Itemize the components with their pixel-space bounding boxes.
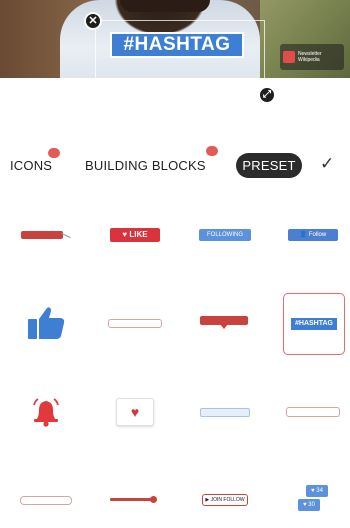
progress-line	[110, 498, 154, 501]
tab-icons-badge	[48, 148, 60, 158]
tab-icons[interactable]: ICONS	[10, 158, 52, 173]
subscribe-pointer	[220, 324, 228, 329]
count-bubble-top: ♥ 34	[306, 485, 328, 497]
preset-count-bubbles[interactable]: ♥ 34 ♥ 30	[283, 470, 343, 528]
subscribe-note-graphic	[286, 407, 340, 417]
preset-bell[interactable]	[16, 382, 76, 442]
preset-follow-button[interactable]: 👤 Follow	[283, 205, 343, 265]
progress-knob	[150, 496, 157, 503]
sticker-tabs: ICONS BUILDING BLOCKS PRESET ✓	[0, 146, 350, 182]
preset-like-button[interactable]: ♥ LIKE	[105, 205, 165, 265]
preset-subscribe-ribbon[interactable]	[16, 205, 76, 265]
preset-thumbs-up[interactable]	[16, 293, 76, 353]
preset-ribbon-outline[interactable]	[16, 470, 76, 528]
heart-icon: ♥	[116, 398, 154, 426]
subscribe-banner-graphic	[200, 316, 250, 330]
count-bubble-bottom: ♥ 30	[298, 499, 320, 511]
tab-building-blocks[interactable]: BUILDING BLOCKS	[85, 158, 206, 173]
join-follow-sticker: ▶ JOIN FOLLOW	[202, 494, 248, 506]
progress-banner-graphic	[110, 494, 160, 506]
blue-outline-graphic	[200, 407, 250, 417]
ribbon-bar	[21, 231, 63, 239]
preview-hair	[120, 0, 210, 12]
like-sticker: ♥ LIKE	[110, 228, 160, 242]
preset-hashtag-selected[interactable]: #HASHTAG	[283, 293, 345, 355]
count-bubbles-graphic: ♥ 34 ♥ 30	[298, 485, 328, 515]
preset-blue-outline-banner[interactable]	[195, 382, 255, 442]
resize-icon[interactable]: ⤢	[258, 86, 276, 104]
preset-outline-banner[interactable]	[105, 293, 165, 353]
close-icon[interactable]: ✕	[84, 12, 102, 30]
following-sticker: FOLLOWING	[199, 229, 251, 241]
sticker-editor-screen: Newsletter Wikipedia #HASHTAG ✕ ⤢ ICONS …	[0, 0, 350, 528]
preset-following-button[interactable]: FOLLOWING	[195, 205, 255, 265]
bell-icon	[33, 398, 59, 427]
preset-subscribe-note[interactable]	[283, 382, 343, 442]
outline-banner-graphic	[108, 318, 162, 328]
tab-building-badge	[206, 146, 218, 156]
preset-progress-banner[interactable]	[105, 470, 165, 528]
tab-preset[interactable]: PRESET	[236, 153, 302, 178]
badge-text: Newsletter Wikipedia	[298, 51, 322, 63]
preview-overlay-badge: Newsletter Wikipedia	[280, 44, 344, 70]
subscribe-ribbon-graphic	[21, 229, 71, 241]
hashtag-sticker[interactable]: #HASHTAG	[110, 32, 244, 58]
follow-sticker: 👤 Follow	[288, 229, 338, 241]
badge-logo-icon	[283, 51, 295, 63]
checkmark-icon[interactable]: ✓	[320, 154, 334, 174]
preset-join-follow[interactable]: ▶ JOIN FOLLOW	[195, 470, 255, 528]
preset-subscribe-banner[interactable]	[195, 293, 255, 353]
ribbon-outline-graphic	[20, 495, 72, 505]
hashtag-preset-sticker: #HASHTAG	[291, 318, 337, 330]
thumbs-up-icon	[28, 307, 65, 339]
preset-heart-box[interactable]: ♥	[105, 382, 165, 442]
